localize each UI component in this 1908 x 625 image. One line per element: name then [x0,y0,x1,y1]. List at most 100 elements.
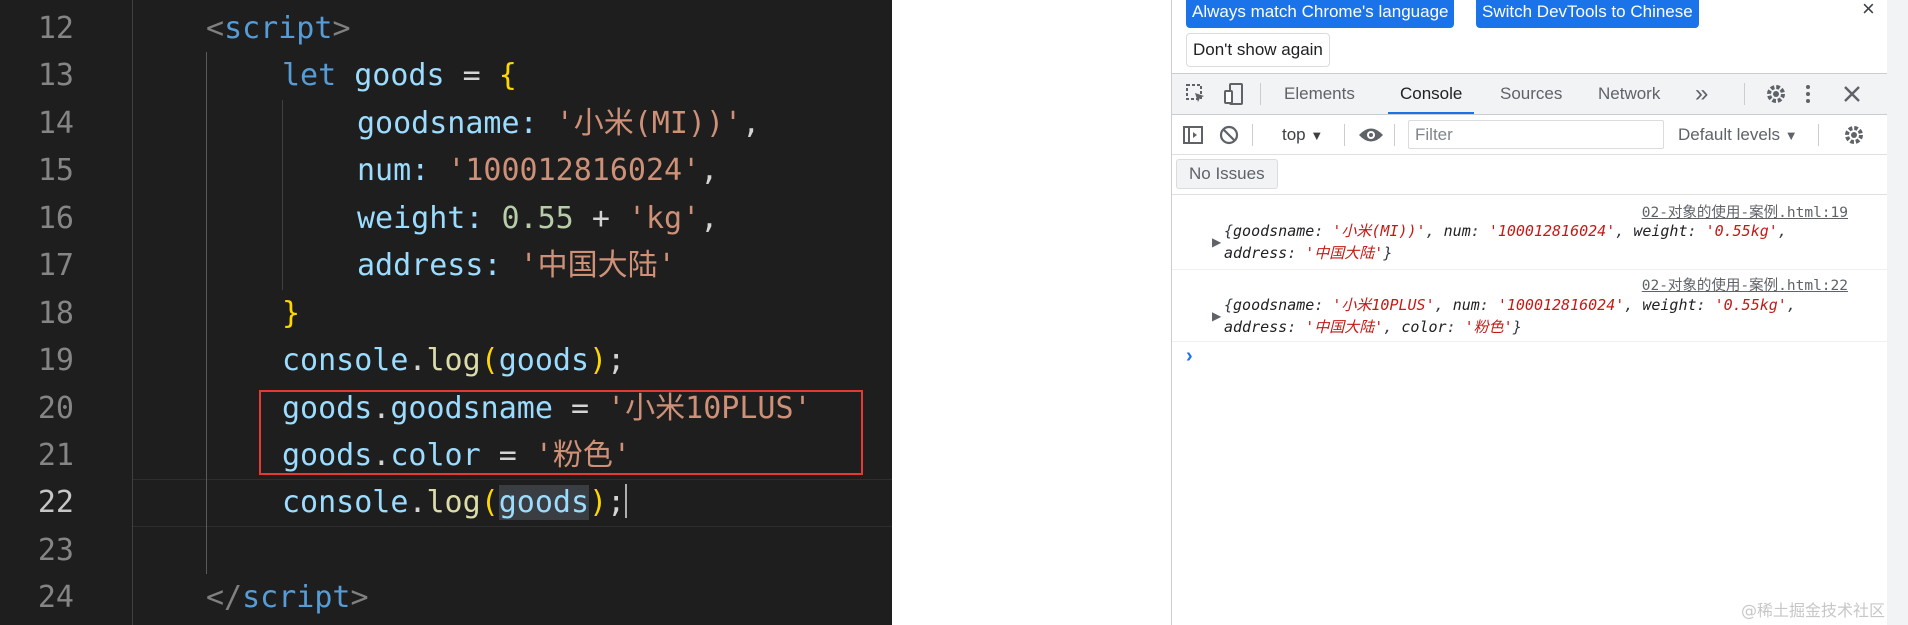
object-preview-line[interactable]: {goodsname: '小米(MI))', num: '10001281602… [1224,221,1787,242]
inspect-element-icon[interactable] [1184,74,1208,114]
live-expression-eye-icon[interactable] [1358,115,1384,155]
punctuation: { [1224,222,1234,240]
property-value: '小米10PLUS' [1332,296,1435,314]
line-number: 12 [37,11,74,46]
console-prompt-icon[interactable]: › [1186,345,1193,368]
more-tabs-icon[interactable]: » [1695,74,1708,114]
punctuation: : [1446,318,1465,336]
line-number: 15 [37,153,74,188]
close-devtools-icon[interactable] [1842,74,1862,114]
code-line-19: console.log(goods); [282,343,626,378]
expand-triangle-icon[interactable]: ▶ [1212,309,1221,323]
property-key: goodsname [1233,222,1315,240]
line-number-active: 22 [37,485,74,520]
line-number: 19 [37,343,74,378]
property-key: address [1224,244,1288,262]
sidebar-toggle-icon[interactable] [1182,115,1204,155]
tab-elements[interactable]: Elements [1284,74,1355,114]
divider [1818,124,1819,146]
code-line-18: } [282,296,301,331]
punctuation: : [1287,244,1306,262]
property-value: '中国大陆' [1305,244,1384,262]
property-key: address [1224,318,1288,336]
line-number: 18 [37,296,74,331]
punctuation: } [1383,244,1393,262]
expand-triangle-icon[interactable]: ▶ [1212,235,1221,249]
property-value: '中国大陆' [1305,318,1384,336]
console-message: 02-对象的使用-案例.html:19 ▶ {goodsname: '小米(MI… [1172,195,1888,270]
line-number: 13 [37,58,74,93]
code-line-24: </script> [206,580,369,615]
divider [1744,83,1745,105]
red-highlight-box [259,390,863,475]
indent-guide-active [206,52,207,574]
property-value: '0.55kg' [1705,222,1778,240]
line-number: 20 [37,391,74,426]
object-preview-line[interactable]: address: '中国大陆', color: '粉色'} [1224,317,1522,338]
issues-bar: No Issues [1172,155,1888,195]
code-line-15: num: '100012816024', [357,153,719,188]
source-link[interactable]: 02-对象的使用-案例.html:22 [1642,274,1848,295]
close-banner-icon[interactable]: × [1862,0,1875,22]
log-levels-dropdown[interactable]: Default levels ▼ [1678,115,1798,156]
indent-guide [282,100,283,290]
punctuation: : [1479,296,1498,314]
property-key: goodsname [1233,296,1315,314]
punctuation: , [1624,296,1643,314]
browser-page-area [892,0,1171,625]
dropdown-arrow-icon: ▼ [1310,128,1324,143]
property-value: '100012816024' [1497,296,1625,314]
tab-console[interactable]: Console [1388,74,1475,114]
punctuation: : [1314,222,1333,240]
code-line-17: address: '中国大陆' [357,248,676,283]
code-line-14: goodsname: '小米(MI))', [357,106,761,141]
property-key: color [1401,318,1447,336]
match-language-button[interactable]: Always match Chrome's language [1186,0,1455,28]
divider [1260,83,1261,105]
more-options-icon[interactable] [1804,74,1812,114]
indent-guide [132,0,133,625]
console-settings-gear-icon[interactable] [1842,115,1866,155]
code-editor[interactable]: 12 13 14 15 16 17 18 19 20 21 22 23 24 <… [0,0,892,625]
dropdown-arrow-icon: ▼ [1784,128,1798,143]
punctuation: , [1434,296,1453,314]
issues-button[interactable]: No Issues [1176,159,1278,189]
source-link[interactable]: 02-对象的使用-案例.html:19 [1642,201,1848,222]
punctuation: : [1687,222,1706,240]
devtools-panel: Always match Chrome's language Switch De… [1171,0,1888,625]
punctuation: : [1470,222,1489,240]
switch-to-chinese-button[interactable]: Switch DevTools to Chinese [1476,0,1699,28]
object-preview-line[interactable]: {goodsname: '小米10PLUS', num: '1000128160… [1224,295,1796,316]
property-key: num [1443,222,1471,240]
line-number: 23 [37,533,74,568]
punctuation: , [1425,222,1444,240]
punctuation: , [1786,296,1796,314]
context-selector[interactable]: top ▼ [1282,115,1323,156]
code-line-16: weight: 0.55 + 'kg', [357,201,719,236]
object-preview-line[interactable]: address: '中国大陆'} [1224,243,1392,264]
clear-console-icon[interactable] [1218,115,1240,155]
property-value: '粉色' [1464,318,1513,336]
divider [1252,124,1253,146]
punctuation: : [1287,318,1306,336]
dont-show-again-button[interactable]: Don't show again [1186,33,1330,67]
property-key: num [1452,296,1480,314]
window-edge-strip [1887,0,1908,625]
tab-sources[interactable]: Sources [1500,74,1562,114]
devtools-tab-bar: Elements Console Sources Network » [1172,73,1888,115]
console-filter-bar: top ▼ Filter Default levels ▼ [1172,115,1888,155]
divider [1344,124,1345,146]
code-line-12: <script> [206,11,351,46]
punctuation: , [1777,222,1787,240]
code-line-22: console.log(goods); [282,484,628,520]
filter-input[interactable]: Filter [1408,120,1664,149]
tab-network[interactable]: Network [1598,74,1660,114]
settings-gear-icon[interactable] [1764,74,1788,114]
device-toolbar-icon[interactable] [1222,74,1246,114]
punctuation: , [1615,222,1634,240]
punctuation: , [1383,318,1402,336]
line-number: 24 [37,580,74,615]
punctuation: : [1696,296,1715,314]
line-number: 16 [37,201,74,236]
property-value: '100012816024' [1488,222,1616,240]
